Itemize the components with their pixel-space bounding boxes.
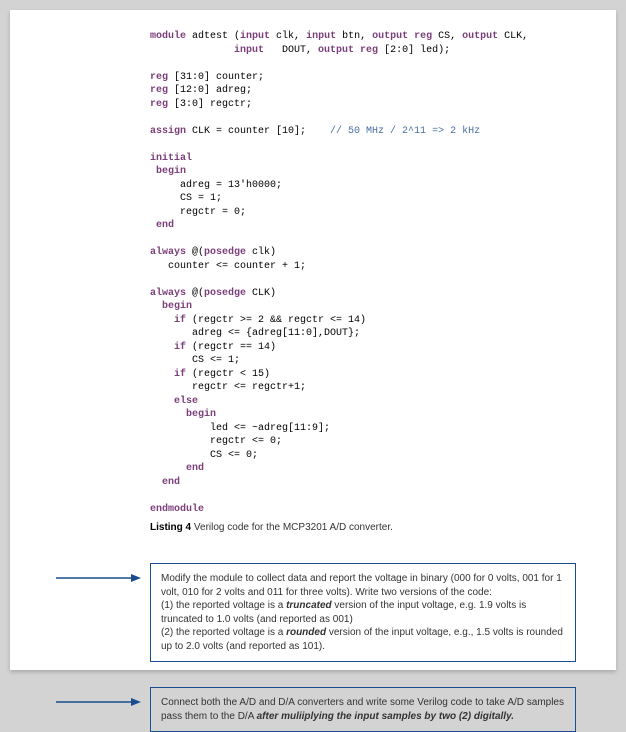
caption-label: Listing 4 — [150, 522, 191, 533]
arrow-icon — [56, 696, 141, 708]
keyword: reg — [150, 99, 168, 110]
code-text: regctr = 0; — [150, 207, 246, 218]
code-text: DOUT, — [264, 45, 318, 56]
keyword: posedge — [204, 247, 246, 258]
arrow-icon — [56, 572, 141, 584]
caption-text: Verilog code for the MCP3201 A/D convert… — [191, 522, 393, 533]
code-text: @( — [186, 288, 204, 299]
keyword: reg — [150, 85, 168, 96]
keyword: if — [174, 369, 186, 380]
keyword: output reg — [372, 31, 432, 42]
keyword: else — [174, 396, 198, 407]
code-text: @( — [186, 247, 204, 258]
keyword: output — [462, 31, 498, 42]
document-page: module adtest (input clk, input btn, out… — [10, 10, 616, 670]
code-text: CS = 1; — [150, 193, 222, 204]
keyword: end — [156, 220, 174, 231]
listing-caption: Listing 4 Verilog code for the MCP3201 A… — [150, 522, 576, 533]
comment: // 50 MHz / 2^11 => 2 kHz — [330, 126, 480, 137]
code-text: [31:0] counter; — [168, 72, 264, 83]
code-text: regctr <= regctr+1; — [150, 382, 306, 393]
keyword: input — [234, 45, 264, 56]
task-box-2: Connect both the A/D and D/A converters … — [150, 687, 576, 732]
code-text: CLK = counter [10]; — [186, 126, 330, 137]
keyword: assign — [150, 126, 186, 137]
code-text: led <= ~adreg[11:9]; — [150, 423, 330, 434]
task1-line3: (2) the reported voltage is a rounded ve… — [161, 626, 565, 653]
text: (2) the reported voltage is a — [161, 627, 286, 638]
keyword: always — [150, 288, 186, 299]
keyword: initial — [150, 153, 192, 164]
keyword: end — [162, 477, 180, 488]
code-text: [3:0] regctr; — [168, 99, 252, 110]
code-text — [150, 139, 156, 150]
code-text: CS <= 1; — [150, 355, 240, 366]
task1-line2: (1) the reported voltage is a truncated … — [161, 599, 565, 626]
keyword: endmodule — [150, 504, 204, 515]
keyword: input — [306, 31, 336, 42]
code-text: adreg <= {adreg[11:0],DOUT}; — [150, 328, 360, 339]
code-text — [150, 112, 156, 123]
keyword: posedge — [204, 288, 246, 299]
code-text: [2:0] led); — [378, 45, 450, 56]
task-box-1: Modify the module to collect data and re… — [150, 563, 576, 662]
keyword: always — [150, 247, 186, 258]
code-text: regctr <= 0; — [150, 436, 282, 447]
keyword: begin — [162, 301, 192, 312]
code-text: CLK) — [246, 288, 276, 299]
code-text: CS, — [432, 31, 462, 42]
keyword: output reg — [318, 45, 378, 56]
code-text: (regctr < 15) — [186, 369, 270, 380]
emphasis: truncated — [286, 600, 332, 611]
task2-line1: Connect both the A/D and D/A converters … — [161, 696, 565, 723]
code-text — [150, 490, 156, 501]
code-text: (regctr == 14) — [186, 342, 276, 353]
keyword: end — [186, 463, 204, 474]
task1-line1: Modify the module to collect data and re… — [161, 572, 565, 599]
code-text: clk) — [246, 247, 276, 258]
keyword: if — [174, 342, 186, 353]
keyword: input — [240, 31, 270, 42]
keyword: if — [174, 315, 186, 326]
emphasis: rounded — [286, 627, 326, 638]
keyword: begin — [156, 166, 186, 177]
text: (1) the reported voltage is a — [161, 600, 286, 611]
code-text: adtest ( — [186, 31, 240, 42]
code-text: (regctr >= 2 && regctr <= 14) — [186, 315, 366, 326]
code-text: [12:0] adreg; — [168, 85, 252, 96]
code-text — [150, 234, 156, 245]
code-text: CLK, — [498, 31, 528, 42]
code-text: clk, — [270, 31, 306, 42]
emphasis: after muliiplying the input samples by t… — [257, 711, 514, 722]
code-text: btn, — [336, 31, 372, 42]
code-text — [150, 58, 156, 69]
keyword: module — [150, 31, 186, 42]
keyword: begin — [186, 409, 216, 420]
code-text — [150, 274, 156, 285]
keyword: reg — [150, 72, 168, 83]
code-text: CS <= 0; — [150, 450, 258, 461]
code-text: adreg = 13'h0000; — [150, 180, 282, 191]
verilog-code-listing: module adtest (input clk, input btn, out… — [150, 30, 576, 516]
code-text: counter <= counter + 1; — [150, 261, 306, 272]
